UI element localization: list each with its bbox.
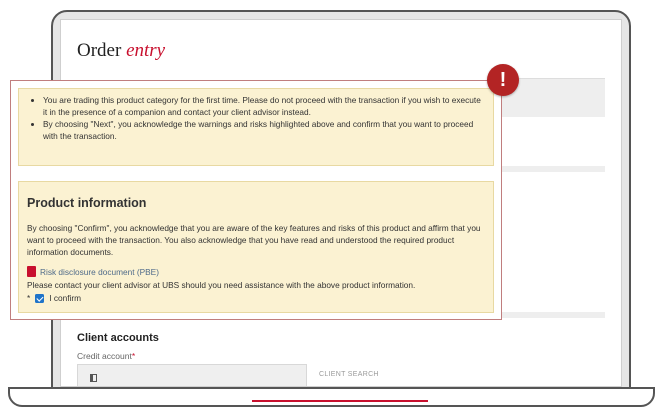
confirm-row: * I confirm: [27, 293, 81, 303]
page-title: Order entry: [77, 40, 165, 62]
assistance-text: Please contact your client advisor at UB…: [27, 280, 416, 290]
credit-account-label: Credit account*: [77, 351, 135, 361]
client-search-link[interactable]: CLIENT SEARCH: [319, 371, 379, 378]
exclamation-icon: !: [487, 64, 519, 96]
laptop-base: [8, 387, 655, 407]
page-title-main: Order: [77, 40, 122, 61]
required-mark: *: [131, 351, 136, 361]
product-information-panel: Product information By choosing "Confirm…: [18, 181, 494, 313]
risk-disclosure-link[interactable]: Risk disclosure document (PBE): [27, 266, 159, 277]
client-accounts-heading: Client accounts: [77, 332, 159, 344]
credit-account-field[interactable]: [77, 364, 307, 386]
product-information-title: Product information: [27, 196, 147, 210]
page-title-emphasis: entry: [126, 40, 166, 61]
risk-warning-panel: You are trading this product category fo…: [18, 88, 494, 166]
warning-item: You are trading this product category fo…: [43, 94, 485, 118]
required-mark: *: [27, 293, 31, 303]
laptop-notch: [252, 400, 428, 402]
warning-list: You are trading this product category fo…: [27, 94, 485, 142]
product-information-text: By choosing "Confirm", you acknowledge t…: [27, 223, 481, 257]
pdf-icon: [27, 266, 36, 277]
credit-account-label-text: Credit account: [77, 351, 132, 361]
section-divider: [501, 166, 605, 172]
section-divider-lower: [501, 312, 605, 318]
risk-disclosure-link-text[interactable]: Risk disclosure document (PBE): [40, 267, 159, 277]
warning-item: By choosing "Next", you acknowledge the …: [43, 118, 485, 142]
confirm-checkbox[interactable]: [35, 294, 45, 303]
wallet-icon: [90, 374, 97, 382]
confirm-label[interactable]: I confirm: [49, 293, 81, 303]
